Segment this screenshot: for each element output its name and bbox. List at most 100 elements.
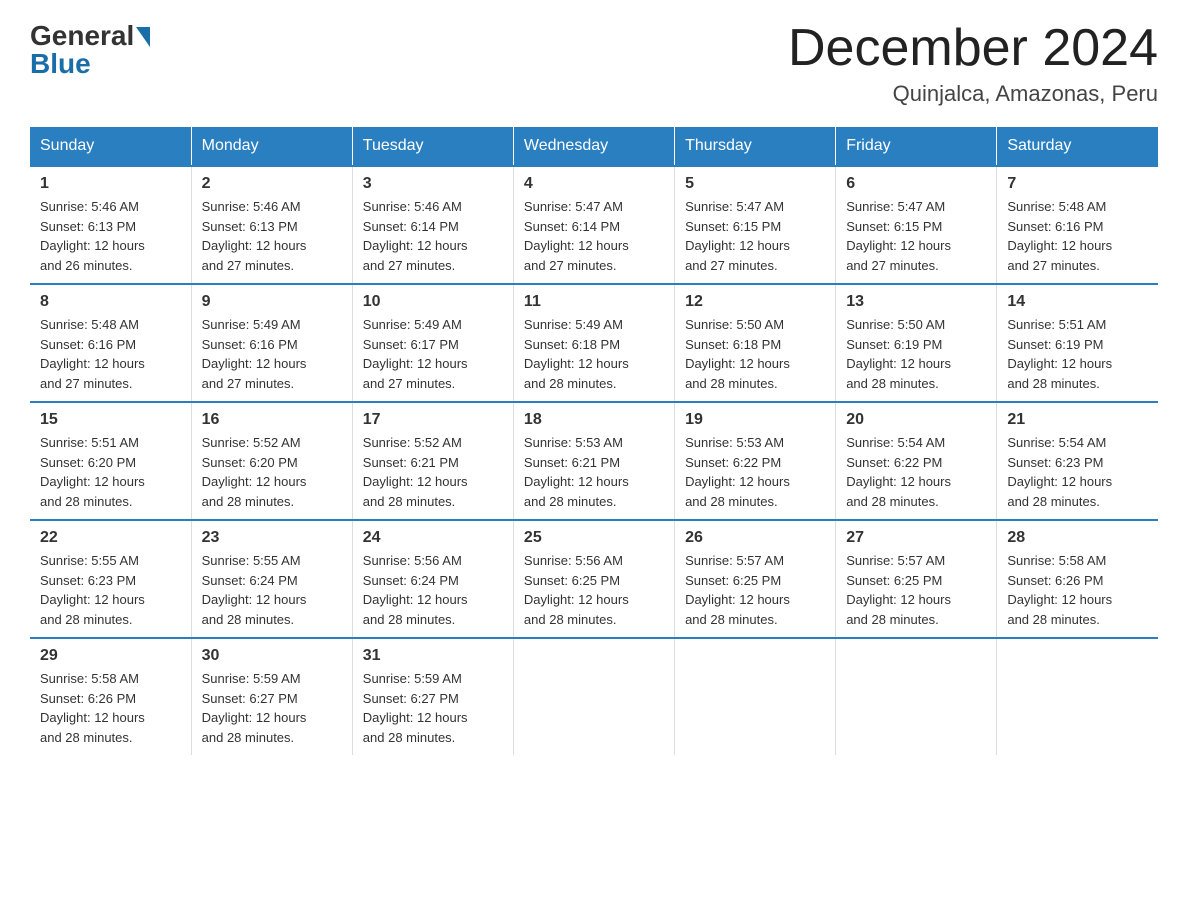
day-cell: [997, 638, 1158, 755]
day-info: Sunrise: 5:55 AM Sunset: 6:23 PM Dayligh…: [40, 551, 181, 629]
day-cell: 17 Sunrise: 5:52 AM Sunset: 6:21 PM Dayl…: [352, 402, 513, 520]
day-cell: 14 Sunrise: 5:51 AM Sunset: 6:19 PM Dayl…: [997, 284, 1158, 402]
logo-arrow-icon: [136, 27, 150, 47]
day-number: 2: [202, 175, 342, 193]
day-info: Sunrise: 5:46 AM Sunset: 6:14 PM Dayligh…: [363, 197, 503, 275]
day-number: 14: [1007, 293, 1148, 311]
header-thursday: Thursday: [675, 127, 836, 166]
day-info: Sunrise: 5:57 AM Sunset: 6:25 PM Dayligh…: [685, 551, 825, 629]
day-number: 7: [1007, 175, 1148, 193]
day-number: 16: [202, 411, 342, 429]
day-info: Sunrise: 5:54 AM Sunset: 6:22 PM Dayligh…: [846, 433, 986, 511]
day-cell: 30 Sunrise: 5:59 AM Sunset: 6:27 PM Dayl…: [191, 638, 352, 755]
page-header: General Blue December 2024 Quinjalca, Am…: [30, 20, 1158, 107]
day-info: Sunrise: 5:51 AM Sunset: 6:20 PM Dayligh…: [40, 433, 181, 511]
day-cell: 31 Sunrise: 5:59 AM Sunset: 6:27 PM Dayl…: [352, 638, 513, 755]
week-row-2: 8 Sunrise: 5:48 AM Sunset: 6:16 PM Dayli…: [30, 284, 1158, 402]
day-info: Sunrise: 5:53 AM Sunset: 6:22 PM Dayligh…: [685, 433, 825, 511]
day-number: 15: [40, 411, 181, 429]
day-info: Sunrise: 5:48 AM Sunset: 6:16 PM Dayligh…: [40, 315, 181, 393]
day-info: Sunrise: 5:50 AM Sunset: 6:19 PM Dayligh…: [846, 315, 986, 393]
day-info: Sunrise: 5:49 AM Sunset: 6:18 PM Dayligh…: [524, 315, 664, 393]
day-cell: 9 Sunrise: 5:49 AM Sunset: 6:16 PM Dayli…: [191, 284, 352, 402]
day-cell: 12 Sunrise: 5:50 AM Sunset: 6:18 PM Dayl…: [675, 284, 836, 402]
day-number: 27: [846, 529, 986, 547]
day-info: Sunrise: 5:59 AM Sunset: 6:27 PM Dayligh…: [202, 669, 342, 747]
day-cell: 8 Sunrise: 5:48 AM Sunset: 6:16 PM Dayli…: [30, 284, 191, 402]
day-cell: 10 Sunrise: 5:49 AM Sunset: 6:17 PM Dayl…: [352, 284, 513, 402]
day-info: Sunrise: 5:46 AM Sunset: 6:13 PM Dayligh…: [202, 197, 342, 275]
day-cell: 22 Sunrise: 5:55 AM Sunset: 6:23 PM Dayl…: [30, 520, 191, 638]
day-number: 5: [685, 175, 825, 193]
day-number: 30: [202, 647, 342, 665]
calendar-header-row: SundayMondayTuesdayWednesdayThursdayFrid…: [30, 127, 1158, 166]
week-row-1: 1 Sunrise: 5:46 AM Sunset: 6:13 PM Dayli…: [30, 166, 1158, 284]
day-info: Sunrise: 5:59 AM Sunset: 6:27 PM Dayligh…: [363, 669, 503, 747]
day-info: Sunrise: 5:47 AM Sunset: 6:15 PM Dayligh…: [685, 197, 825, 275]
header-saturday: Saturday: [997, 127, 1158, 166]
day-info: Sunrise: 5:49 AM Sunset: 6:17 PM Dayligh…: [363, 315, 503, 393]
title-section: December 2024 Quinjalca, Amazonas, Peru: [788, 20, 1158, 107]
month-title: December 2024: [788, 20, 1158, 77]
day-number: 28: [1007, 529, 1148, 547]
day-info: Sunrise: 5:55 AM Sunset: 6:24 PM Dayligh…: [202, 551, 342, 629]
day-info: Sunrise: 5:54 AM Sunset: 6:23 PM Dayligh…: [1007, 433, 1148, 511]
day-number: 10: [363, 293, 503, 311]
location: Quinjalca, Amazonas, Peru: [788, 81, 1158, 107]
day-cell: 28 Sunrise: 5:58 AM Sunset: 6:26 PM Dayl…: [997, 520, 1158, 638]
day-cell: 6 Sunrise: 5:47 AM Sunset: 6:15 PM Dayli…: [836, 166, 997, 284]
logo: General Blue: [30, 20, 150, 80]
day-info: Sunrise: 5:58 AM Sunset: 6:26 PM Dayligh…: [1007, 551, 1148, 629]
day-info: Sunrise: 5:53 AM Sunset: 6:21 PM Dayligh…: [524, 433, 664, 511]
day-cell: 3 Sunrise: 5:46 AM Sunset: 6:14 PM Dayli…: [352, 166, 513, 284]
day-info: Sunrise: 5:49 AM Sunset: 6:16 PM Dayligh…: [202, 315, 342, 393]
day-cell: 23 Sunrise: 5:55 AM Sunset: 6:24 PM Dayl…: [191, 520, 352, 638]
week-row-5: 29 Sunrise: 5:58 AM Sunset: 6:26 PM Dayl…: [30, 638, 1158, 755]
day-info: Sunrise: 5:57 AM Sunset: 6:25 PM Dayligh…: [846, 551, 986, 629]
day-info: Sunrise: 5:56 AM Sunset: 6:24 PM Dayligh…: [363, 551, 503, 629]
day-number: 29: [40, 647, 181, 665]
day-number: 1: [40, 175, 181, 193]
day-number: 19: [685, 411, 825, 429]
day-cell: 13 Sunrise: 5:50 AM Sunset: 6:19 PM Dayl…: [836, 284, 997, 402]
day-cell: 25 Sunrise: 5:56 AM Sunset: 6:25 PM Dayl…: [513, 520, 674, 638]
day-number: 8: [40, 293, 181, 311]
day-cell: 1 Sunrise: 5:46 AM Sunset: 6:13 PM Dayli…: [30, 166, 191, 284]
day-info: Sunrise: 5:46 AM Sunset: 6:13 PM Dayligh…: [40, 197, 181, 275]
day-info: Sunrise: 5:50 AM Sunset: 6:18 PM Dayligh…: [685, 315, 825, 393]
logo-blue: Blue: [30, 48, 91, 79]
day-info: Sunrise: 5:58 AM Sunset: 6:26 PM Dayligh…: [40, 669, 181, 747]
day-number: 13: [846, 293, 986, 311]
calendar-table: SundayMondayTuesdayWednesdayThursdayFrid…: [30, 127, 1158, 755]
day-info: Sunrise: 5:47 AM Sunset: 6:14 PM Dayligh…: [524, 197, 664, 275]
day-number: 21: [1007, 411, 1148, 429]
day-cell: 21 Sunrise: 5:54 AM Sunset: 6:23 PM Dayl…: [997, 402, 1158, 520]
week-row-4: 22 Sunrise: 5:55 AM Sunset: 6:23 PM Dayl…: [30, 520, 1158, 638]
day-cell: 26 Sunrise: 5:57 AM Sunset: 6:25 PM Dayl…: [675, 520, 836, 638]
day-number: 12: [685, 293, 825, 311]
day-info: Sunrise: 5:52 AM Sunset: 6:21 PM Dayligh…: [363, 433, 503, 511]
day-cell: 5 Sunrise: 5:47 AM Sunset: 6:15 PM Dayli…: [675, 166, 836, 284]
day-info: Sunrise: 5:52 AM Sunset: 6:20 PM Dayligh…: [202, 433, 342, 511]
day-number: 31: [363, 647, 503, 665]
day-number: 22: [40, 529, 181, 547]
day-number: 9: [202, 293, 342, 311]
day-cell: 18 Sunrise: 5:53 AM Sunset: 6:21 PM Dayl…: [513, 402, 674, 520]
day-number: 17: [363, 411, 503, 429]
day-info: Sunrise: 5:48 AM Sunset: 6:16 PM Dayligh…: [1007, 197, 1148, 275]
day-cell: 19 Sunrise: 5:53 AM Sunset: 6:22 PM Dayl…: [675, 402, 836, 520]
day-cell: 11 Sunrise: 5:49 AM Sunset: 6:18 PM Dayl…: [513, 284, 674, 402]
day-cell: 2 Sunrise: 5:46 AM Sunset: 6:13 PM Dayli…: [191, 166, 352, 284]
header-monday: Monday: [191, 127, 352, 166]
day-number: 20: [846, 411, 986, 429]
day-info: Sunrise: 5:47 AM Sunset: 6:15 PM Dayligh…: [846, 197, 986, 275]
header-friday: Friday: [836, 127, 997, 166]
day-cell: 24 Sunrise: 5:56 AM Sunset: 6:24 PM Dayl…: [352, 520, 513, 638]
day-cell: [675, 638, 836, 755]
day-number: 18: [524, 411, 664, 429]
day-info: Sunrise: 5:56 AM Sunset: 6:25 PM Dayligh…: [524, 551, 664, 629]
header-wednesday: Wednesday: [513, 127, 674, 166]
header-sunday: Sunday: [30, 127, 191, 166]
day-cell: [836, 638, 997, 755]
day-cell: [513, 638, 674, 755]
